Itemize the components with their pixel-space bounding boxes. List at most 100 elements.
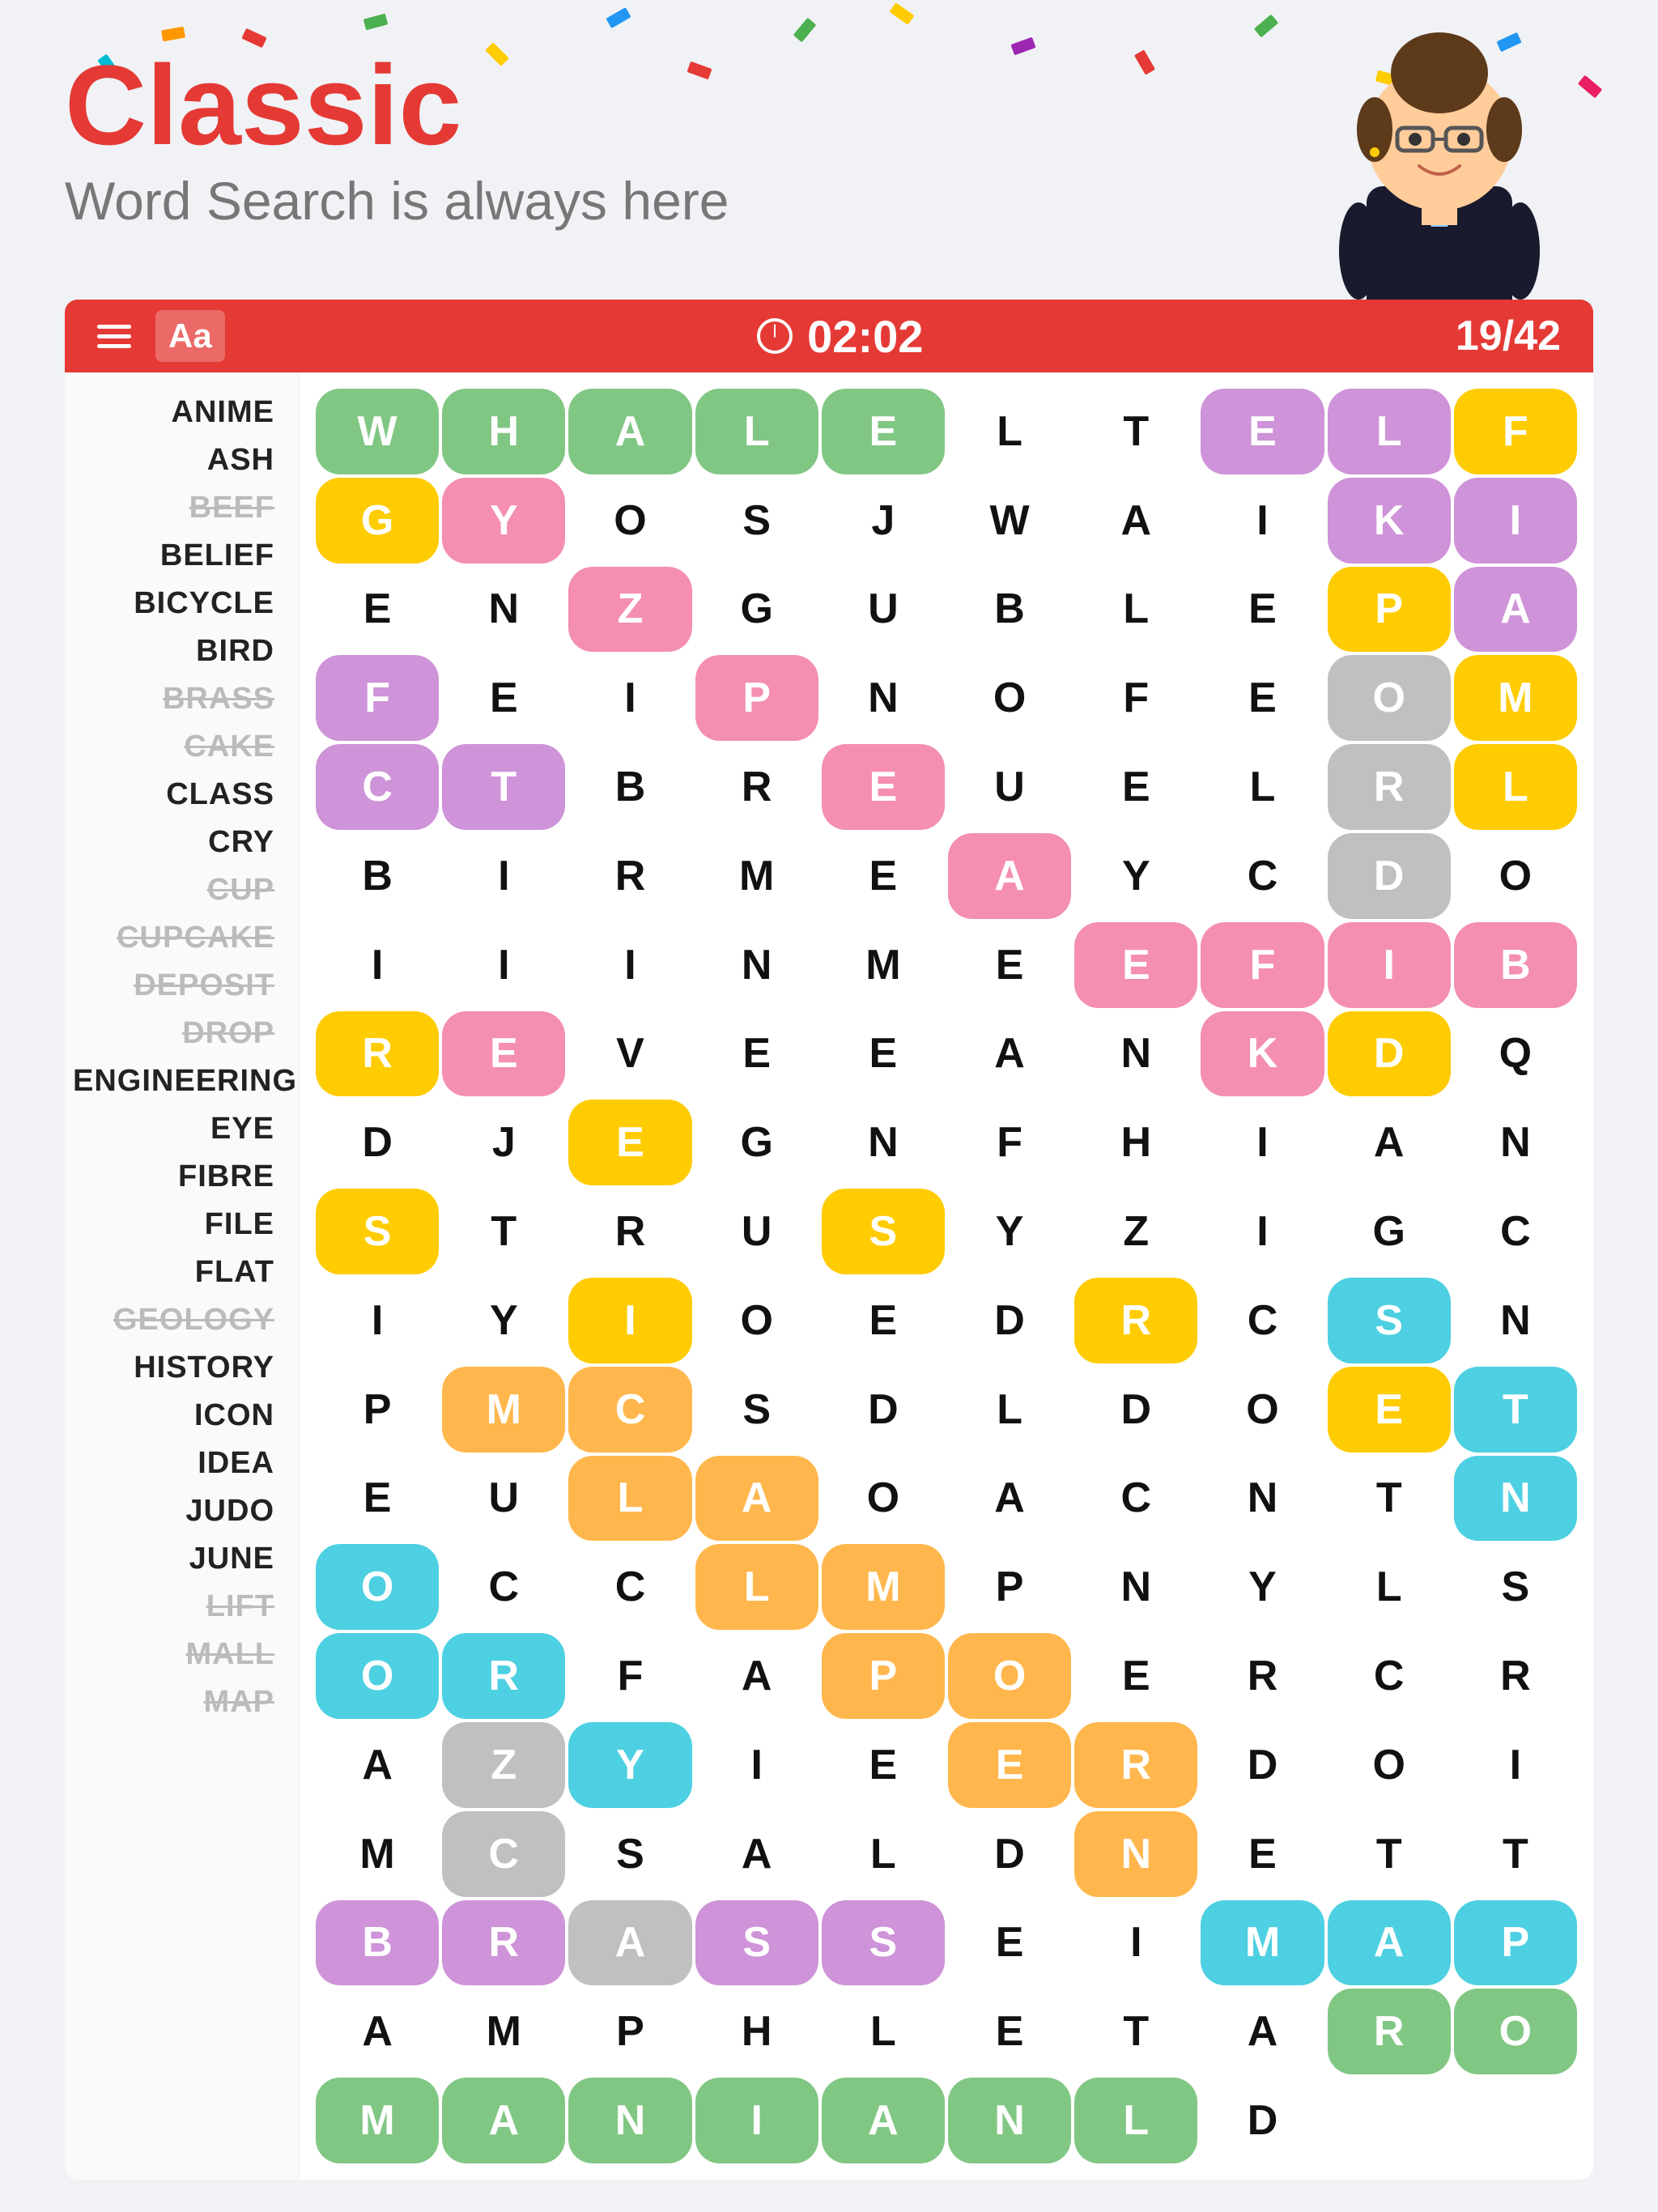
grid-cell[interactable]: Y [568, 1722, 691, 1808]
grid-cell[interactable]: O [1328, 1722, 1451, 1808]
grid-cell[interactable]: D [1201, 2078, 1324, 2163]
grid-cell[interactable]: R [442, 1633, 565, 1719]
grid-cell[interactable]: D [1328, 833, 1451, 919]
grid-cell[interactable]: I [316, 922, 439, 1008]
grid-cell[interactable]: B [948, 567, 1071, 653]
grid-cell[interactable]: A [948, 1456, 1071, 1542]
grid-cell[interactable]: R [568, 1189, 691, 1274]
grid-cell[interactable]: T [1454, 1367, 1577, 1453]
grid-cell[interactable]: U [948, 744, 1071, 830]
grid-cell[interactable]: L [568, 1456, 691, 1542]
grid-cell[interactable]: M [316, 2078, 439, 2163]
grid-cell[interactable]: T [442, 1189, 565, 1274]
grid-cell[interactable]: I [316, 1278, 439, 1363]
grid-cell[interactable]: R [1074, 1278, 1197, 1363]
grid-cell[interactable]: N [695, 922, 818, 1008]
grid-cell[interactable]: N [1074, 1011, 1197, 1097]
grid-cell[interactable]: Y [1201, 1544, 1324, 1630]
grid-cell[interactable]: E [822, 1278, 945, 1363]
grid-cell[interactable]: J [822, 478, 945, 564]
grid-cell[interactable]: L [1074, 2078, 1197, 2163]
grid-cell[interactable]: E [1201, 389, 1324, 474]
grid-cell[interactable]: I [695, 2078, 818, 2163]
grid-cell[interactable]: A [695, 1456, 818, 1542]
grid-cell[interactable]: E [822, 833, 945, 919]
grid-cell[interactable]: E [568, 1100, 691, 1185]
grid-cell[interactable]: S [316, 1189, 439, 1274]
grid-cell[interactable]: D [1201, 1722, 1324, 1808]
grid-cell[interactable]: B [316, 833, 439, 919]
grid-cell[interactable]: C [442, 1544, 565, 1630]
grid-cell[interactable]: F [568, 1633, 691, 1719]
grid-cell[interactable]: T [1328, 1811, 1451, 1897]
grid-cell[interactable]: B [568, 744, 691, 830]
grid-cell[interactable]: A [316, 1722, 439, 1808]
grid-cell[interactable]: R [1328, 744, 1451, 830]
grid-cell[interactable]: I [568, 1278, 691, 1363]
grid-cell[interactable]: I [442, 833, 565, 919]
grid-cell[interactable]: R [1201, 1633, 1324, 1719]
grid-cell[interactable]: M [442, 1989, 565, 2074]
grid-cell[interactable]: N [822, 655, 945, 741]
grid-cell[interactable]: S [822, 1189, 945, 1274]
grid-cell[interactable]: T [1328, 1456, 1451, 1542]
grid-cell[interactable]: E [948, 1989, 1071, 2074]
grid-cell[interactable]: A [695, 1811, 818, 1897]
grid-cell[interactable]: N [1454, 1456, 1577, 1542]
grid-cell[interactable]: I [1328, 922, 1451, 1008]
grid-cell[interactable]: I [1201, 1100, 1324, 1185]
grid-cell[interactable]: L [822, 1811, 945, 1897]
grid-cell[interactable]: O [948, 655, 1071, 741]
grid-cell[interactable]: E [316, 567, 439, 653]
grid-cell[interactable]: N [1454, 1278, 1577, 1363]
grid-cell[interactable]: E [695, 1011, 818, 1097]
grid-cell[interactable]: M [822, 922, 945, 1008]
grid-cell[interactable]: M [822, 1544, 945, 1630]
grid-cell[interactable]: G [695, 1100, 818, 1185]
grid-cell[interactable]: D [1328, 1011, 1451, 1097]
grid-cell[interactable]: Q [1454, 1011, 1577, 1097]
grid-cell[interactable]: D [948, 1811, 1071, 1897]
grid-cell[interactable]: R [316, 1011, 439, 1097]
grid-cell[interactable]: L [1454, 744, 1577, 830]
grid-cell[interactable]: S [568, 1811, 691, 1897]
grid-cell[interactable]: F [1074, 655, 1197, 741]
grid-cell[interactable]: E [1074, 744, 1197, 830]
grid-cell[interactable]: I [1201, 1189, 1324, 1274]
grid-cell[interactable]: I [1074, 1900, 1197, 1986]
grid-cell[interactable]: O [316, 1633, 439, 1719]
grid-cell[interactable]: Z [442, 1722, 565, 1808]
grid-cell[interactable]: E [1074, 1633, 1197, 1719]
grid-cell[interactable]: I [1454, 1722, 1577, 1808]
grid-cell[interactable]: J [442, 1100, 565, 1185]
grid-cell[interactable]: A [1201, 1989, 1324, 2074]
grid-cell[interactable]: A [695, 1633, 818, 1719]
grid-cell[interactable]: L [1328, 389, 1451, 474]
grid-cell[interactable]: O [695, 1278, 818, 1363]
grid-cell[interactable]: F [948, 1100, 1071, 1185]
grid-cell[interactable]: N [948, 2078, 1071, 2163]
grid-cell[interactable]: H [442, 389, 565, 474]
grid-cell[interactable]: B [316, 1900, 439, 1986]
grid-cell[interactable]: Y [1074, 833, 1197, 919]
grid-cell[interactable]: F [1454, 389, 1577, 474]
grid-cell[interactable]: Z [568, 567, 691, 653]
grid-cell[interactable]: E [822, 1722, 945, 1808]
grid-cell[interactable]: P [695, 655, 818, 741]
grid-cell[interactable]: K [1201, 1011, 1324, 1097]
grid-cell[interactable]: L [822, 1989, 945, 2074]
grid-cell[interactable]: M [1454, 655, 1577, 741]
grid-cell[interactable]: A [1074, 478, 1197, 564]
grid-cell[interactable]: I [442, 922, 565, 1008]
grid-cell[interactable]: E [822, 744, 945, 830]
grid-cell[interactable]: A [568, 1900, 691, 1986]
grid-cell[interactable]: S [695, 478, 818, 564]
grid-cell[interactable]: P [1328, 567, 1451, 653]
grid-cell[interactable]: N [568, 2078, 691, 2163]
letter-grid[interactable]: WHALELTELFGYOSJWAIKIENZGUBLEPAFEIPNOFEOM… [316, 389, 1577, 2163]
grid-cell[interactable]: O [568, 478, 691, 564]
grid-cell[interactable]: A [948, 1011, 1071, 1097]
grid-cell[interactable]: P [568, 1989, 691, 2074]
grid-cell[interactable]: S [695, 1900, 818, 1986]
font-size-button[interactable]: Aa [155, 310, 225, 362]
